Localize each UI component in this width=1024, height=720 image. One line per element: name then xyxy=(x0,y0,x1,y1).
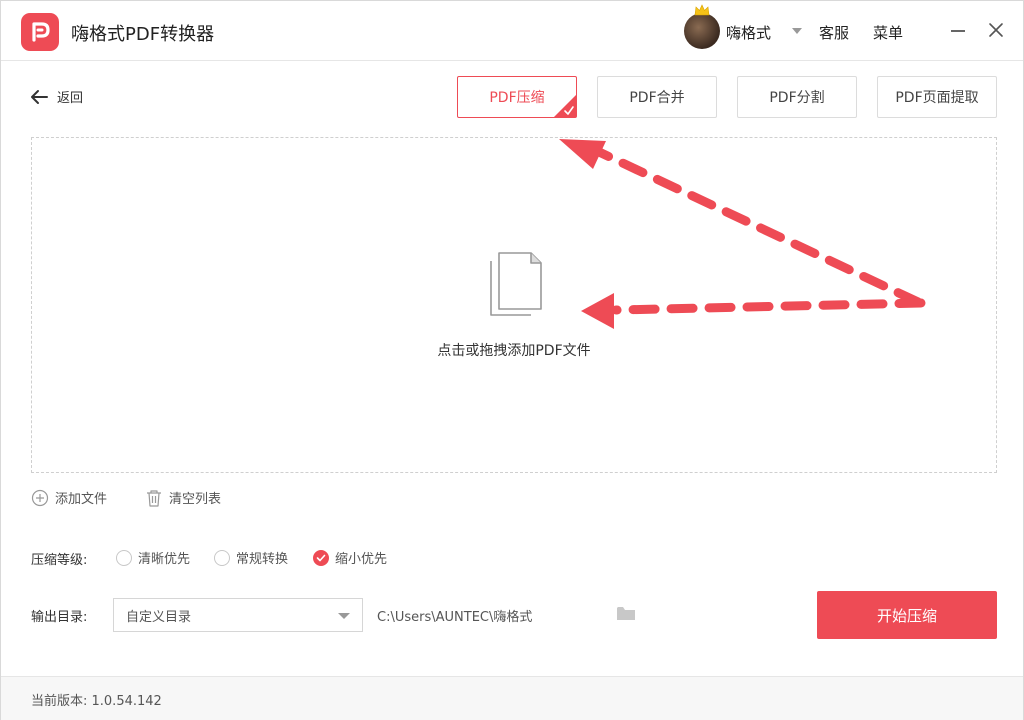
back-button[interactable]: 返回 xyxy=(29,87,83,106)
status-bar: 当前版本: 1.0.54.142 xyxy=(1,676,1023,720)
tab-pdf-extract[interactable]: PDF页面提取 xyxy=(877,76,997,118)
minimize-icon[interactable] xyxy=(951,30,965,32)
compression-level-label: 压缩等级: xyxy=(31,553,88,568)
file-drop-zone[interactable]: 点击或拖拽添加PDF文件 xyxy=(31,137,997,473)
customer-service-button[interactable]: 客服 xyxy=(819,22,849,43)
clear-list-button[interactable]: 清空列表 xyxy=(145,488,221,507)
drop-hint: 点击或拖拽添加PDF文件 xyxy=(437,343,591,359)
radio-size-first[interactable]: 缩小优先 xyxy=(313,548,387,567)
output-path: C:\Users\AUNTEC\嗨格式 xyxy=(377,610,533,625)
crown-icon xyxy=(694,4,710,16)
add-file-button[interactable]: 添加文件 xyxy=(31,488,107,507)
version-text: 当前版本: 1.0.54.142 xyxy=(31,694,162,709)
radio-label: 缩小优先 xyxy=(335,552,388,567)
check-corner-icon xyxy=(554,95,576,117)
tab-pdf-compress[interactable]: PDF压缩 xyxy=(457,76,577,118)
start-compress-button[interactable]: 开始压缩 xyxy=(817,591,997,639)
radio-normal[interactable]: 常规转换 xyxy=(214,548,288,567)
tab-label: PDF页面提取 xyxy=(895,90,979,106)
tab-pdf-merge[interactable]: PDF合并 xyxy=(597,76,717,118)
radio-quality-first[interactable]: 清晰优先 xyxy=(116,548,190,567)
trash-icon xyxy=(147,489,161,507)
add-circle-icon xyxy=(31,489,49,506)
close-icon[interactable] xyxy=(987,21,1005,39)
tab-label: PDF压缩 xyxy=(489,90,545,106)
back-arrow-icon xyxy=(31,89,48,104)
title-bar: 嗨格式PDF转换器 嗨格式 客服 菜单 xyxy=(1,1,1023,61)
folder-icon[interactable] xyxy=(616,605,636,622)
radio-circle xyxy=(116,549,132,566)
username[interactable]: 嗨格式 xyxy=(726,22,771,43)
check-icon xyxy=(316,554,326,561)
chevron-down-icon[interactable] xyxy=(792,28,802,34)
back-label: 返回 xyxy=(57,91,84,106)
add-file-label: 添加文件 xyxy=(55,492,108,507)
radio-circle xyxy=(214,549,230,566)
radio-circle-checked xyxy=(313,549,329,566)
tab-pdf-split[interactable]: PDF分割 xyxy=(737,76,857,118)
avatar[interactable] xyxy=(684,4,720,49)
tab-label: PDF分割 xyxy=(769,90,825,106)
output-dir-select[interactable]: 自定义目录 xyxy=(113,598,363,632)
tab-label: PDF合并 xyxy=(629,90,685,106)
chevron-down-icon xyxy=(338,613,350,619)
menu-button[interactable]: 菜单 xyxy=(873,22,903,43)
app-title: 嗨格式PDF转换器 xyxy=(71,24,215,45)
clear-list-label: 清空列表 xyxy=(169,492,222,507)
app-logo-icon xyxy=(21,13,59,51)
output-dir-label: 输出目录: xyxy=(31,610,88,625)
app-window: 嗨格式PDF转换器 嗨格式 客服 菜单 返回 PDF压缩 PDF合并 PDF分割… xyxy=(0,0,1024,720)
radio-label: 常规转换 xyxy=(236,552,289,567)
document-icon xyxy=(490,252,542,316)
radio-label: 清晰优先 xyxy=(138,552,191,567)
output-dir-value: 自定义目录 xyxy=(126,609,192,625)
